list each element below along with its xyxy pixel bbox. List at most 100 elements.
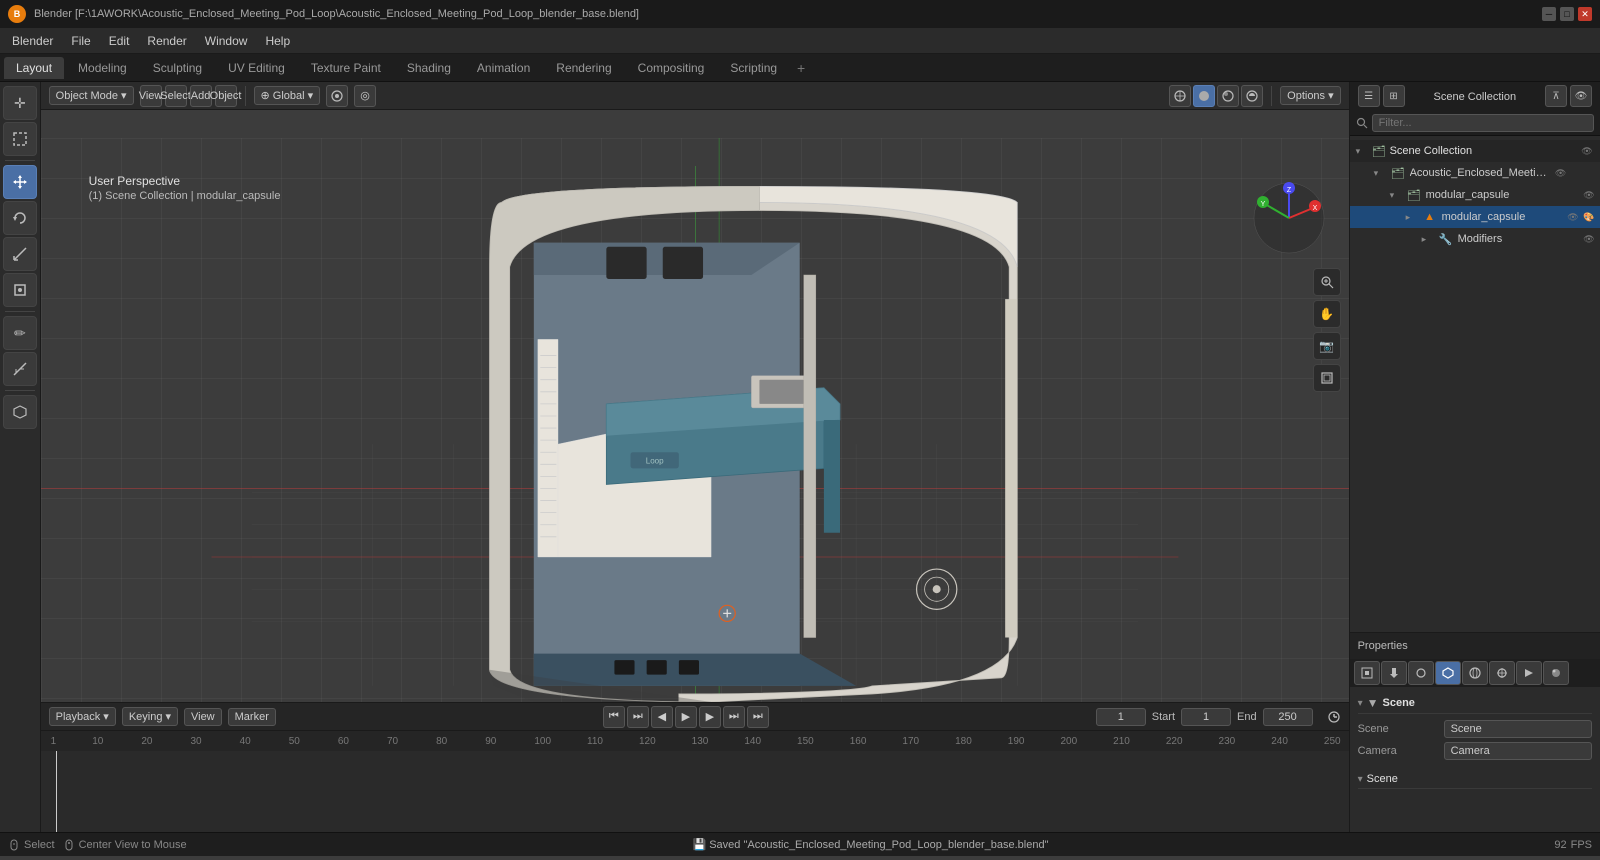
add-cube-tool-button[interactable]: [3, 395, 37, 429]
camera-view-button[interactable]: 📷: [1313, 332, 1341, 360]
svg-text:X: X: [1312, 205, 1317, 212]
tab-texture-paint[interactable]: Texture Paint: [299, 57, 393, 79]
properties-content: ▾ ▼ Scene Scene Scene Camera Camera ▾: [1350, 687, 1600, 795]
jump-start-button[interactable]: ⏮: [603, 706, 625, 728]
mod-vis[interactable]: 👁: [1582, 232, 1596, 246]
prop-tab-material[interactable]: [1543, 661, 1569, 685]
prop-tab-modifier[interactable]: [1516, 661, 1542, 685]
start-frame-input[interactable]: [1181, 708, 1231, 726]
playback-dropdown[interactable]: Playback ▾: [49, 707, 116, 726]
viewport-gizmo[interactable]: Z X Y: [1249, 178, 1329, 258]
acoustic-collection-item[interactable]: ▾ 🗂 Acoustic_Enclosed_Meeting_Pod_ 👁: [1350, 162, 1600, 184]
viewport[interactable]: Loop: [41, 110, 1349, 702]
acoustic-vis[interactable]: 👁: [1554, 166, 1568, 180]
viewport-shading-solid[interactable]: [1193, 85, 1215, 107]
outliner-search-input[interactable]: [1372, 114, 1594, 132]
prop-tab-output[interactable]: [1381, 661, 1407, 685]
camera-value[interactable]: Camera: [1444, 742, 1592, 760]
rotate-tool-button[interactable]: [3, 201, 37, 235]
menu-window[interactable]: Window: [197, 32, 256, 50]
tab-modeling[interactable]: Modeling: [66, 57, 139, 79]
next-frame-button[interactable]: ▶: [699, 706, 721, 728]
zoom-to-fit-button[interactable]: [1313, 268, 1341, 296]
timeline-area: Playback ▾ Keying ▾ View Marker ⏮ ⏭ ◀: [41, 702, 1349, 832]
prev-frame-button[interactable]: ◀: [651, 706, 673, 728]
jump-end-button[interactable]: ⏭: [747, 706, 769, 728]
prop-tab-render[interactable]: [1354, 661, 1380, 685]
menu-edit[interactable]: Edit: [101, 32, 138, 50]
annotate-tool-button[interactable]: ✏: [3, 316, 37, 350]
add-menu[interactable]: Add: [190, 85, 212, 107]
viewport-canvas: Loop: [41, 138, 1349, 702]
outliner-vis-button[interactable]: 👁: [1570, 85, 1592, 107]
menu-help[interactable]: Help: [257, 32, 298, 50]
orthographic-button[interactable]: [1313, 364, 1341, 392]
timeline-view-dropdown[interactable]: View: [184, 708, 222, 726]
properties-panel: Properties: [1350, 632, 1600, 832]
measure-tool-button[interactable]: [3, 352, 37, 386]
menu-file[interactable]: File: [63, 32, 98, 50]
transform-dropdown[interactable]: ⊕ Global ▾: [254, 86, 321, 105]
scale-tool-button[interactable]: [3, 237, 37, 271]
hand-tool-button[interactable]: ✋: [1313, 300, 1341, 328]
outliner-filter-button[interactable]: ⊼: [1545, 85, 1567, 107]
move-tool-button[interactable]: [3, 165, 37, 199]
scene-collection-header[interactable]: ▾ 🗂 Scene Collection 👁: [1350, 140, 1600, 162]
outliner-icon-1[interactable]: ☰: [1358, 85, 1380, 107]
object-menu[interactable]: Object: [215, 85, 237, 107]
status-fps: 92 FPS: [1554, 839, 1592, 851]
modular-capsule-obj-item[interactable]: ▸ ▲ modular_capsule 👁 🎨: [1350, 206, 1600, 228]
scene-section-toggle[interactable]: ▾ ▼ Scene: [1358, 696, 1592, 710]
view-menu[interactable]: View: [140, 85, 162, 107]
tab-shading[interactable]: Shading: [395, 57, 463, 79]
keying-dropdown[interactable]: Keying ▾: [122, 707, 178, 726]
viewport-right-tools: ✋ 📷: [1313, 268, 1341, 392]
timeline-track[interactable]: [41, 751, 1349, 832]
prop-tab-object[interactable]: [1489, 661, 1515, 685]
viewport-shading-wire[interactable]: [1169, 85, 1191, 107]
outliner-icon-2[interactable]: ⊞: [1383, 85, 1405, 107]
tab-rendering[interactable]: Rendering: [544, 57, 623, 79]
minimize-button[interactable]: ─: [1542, 7, 1556, 21]
modifiers-item[interactable]: ▸ 🔧 Modifiers 👁: [1350, 228, 1600, 250]
prop-tab-scene[interactable]: [1435, 661, 1461, 685]
tab-sculpting[interactable]: Sculpting: [141, 57, 214, 79]
jump-next-button[interactable]: ⏭: [723, 706, 745, 728]
tab-scripting[interactable]: Scripting: [718, 57, 789, 79]
select-menu[interactable]: Select: [165, 85, 187, 107]
modular-capsule-col-item[interactable]: ▾ 🗂 modular_capsule 👁: [1350, 184, 1600, 206]
tab-compositing[interactable]: Compositing: [626, 57, 717, 79]
viewport-shading-rendered[interactable]: [1241, 85, 1263, 107]
tab-uv-editing[interactable]: UV Editing: [216, 57, 297, 79]
status-bar: Select Center View to Mouse 💾 Saved "Aco…: [0, 832, 1600, 856]
options-dropdown[interactable]: Options ▾: [1280, 86, 1340, 105]
transform-tool-button[interactable]: [3, 273, 37, 307]
select-box-tool-button[interactable]: [3, 122, 37, 156]
obj-vis[interactable]: 👁: [1566, 210, 1580, 224]
jump-prev-button[interactable]: ⏭: [627, 706, 649, 728]
tab-layout[interactable]: Layout: [4, 57, 64, 79]
add-workspace-button[interactable]: +: [791, 58, 811, 78]
current-frame-input[interactable]: [1096, 708, 1146, 726]
prop-tab-world[interactable]: [1462, 661, 1488, 685]
proportional-edit-button[interactable]: ◎: [354, 85, 376, 107]
tab-animation[interactable]: Animation: [465, 57, 542, 79]
prop-tab-viewlayer[interactable]: [1408, 661, 1434, 685]
maximize-button[interactable]: □: [1560, 7, 1574, 21]
snap-button[interactable]: [326, 85, 348, 107]
close-button[interactable]: ✕: [1578, 7, 1592, 21]
scene-col-vis[interactable]: 👁: [1580, 144, 1594, 158]
obj-render[interactable]: 🎨: [1582, 210, 1596, 224]
menu-render[interactable]: Render: [139, 32, 194, 50]
viewport-shading-material[interactable]: [1217, 85, 1239, 107]
play-button[interactable]: ▶: [675, 706, 697, 728]
properties-tabs: [1350, 659, 1600, 687]
right-panel: ☰ ⊞ Scene Collection ⊼ 👁 ▾ 🗂 Scene Colle…: [1349, 82, 1600, 832]
end-frame-input[interactable]: [1263, 708, 1313, 726]
cursor-tool-button[interactable]: ✛: [3, 86, 37, 120]
marker-dropdown[interactable]: Marker: [228, 708, 276, 726]
capsule-col-vis[interactable]: 👁: [1582, 188, 1596, 202]
scene-name-value[interactable]: Scene: [1444, 720, 1592, 738]
mode-dropdown[interactable]: Object Mode ▾: [49, 86, 134, 105]
menu-blender[interactable]: Blender: [4, 32, 61, 50]
